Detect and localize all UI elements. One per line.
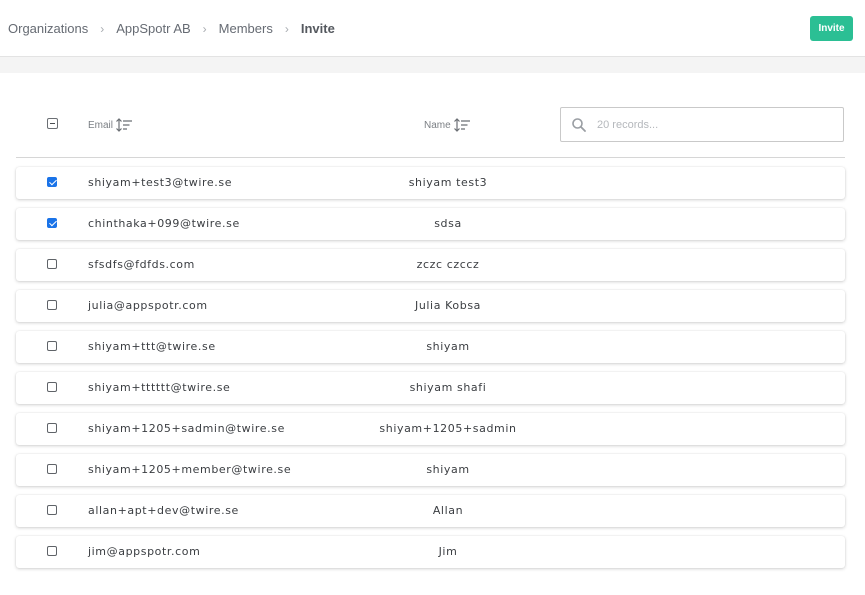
email-column-header[interactable]: Email <box>88 118 133 132</box>
email-cell: shiyam+ttt@twire.se <box>88 340 216 353</box>
row-checkbox[interactable] <box>47 177 57 187</box>
email-cell: shiyam+tttttt@twire.se <box>88 381 231 394</box>
name-column-label: Name <box>424 119 451 131</box>
row-checkbox[interactable] <box>47 382 57 392</box>
row-checkbox[interactable] <box>47 341 57 351</box>
row-checkbox[interactable] <box>47 546 57 556</box>
name-cell: sdsa <box>434 217 462 230</box>
sort-icon[interactable] <box>115 118 133 132</box>
name-cell: zczc czccz <box>416 258 480 271</box>
name-cell: Julia Kobsa <box>414 299 481 312</box>
email-cell: sfsdfs@fdfds.com <box>88 258 195 271</box>
search-box <box>560 107 844 142</box>
top-bar: Organizations › AppSpotr AB › Members › … <box>0 0 865 57</box>
name-cell: shiyam+1205+sadmin <box>379 422 517 435</box>
row-checkbox[interactable] <box>47 464 57 474</box>
row-checkbox[interactable] <box>47 300 57 310</box>
email-cell: chinthaka+099@twire.se <box>88 217 240 230</box>
email-cell: shiyam+1205+sadmin@twire.se <box>88 422 285 435</box>
breadcrumb-separator-icon: › <box>284 21 289 36</box>
breadcrumb-organizations[interactable]: Organizations <box>8 21 88 36</box>
member-list: shiyam+test3@twire.se shiyam test3 chintha… <box>16 167 845 577</box>
table-row[interactable]: sfsdfs@fdfds.com zczc czccz <box>16 249 845 281</box>
table-row[interactable]: shiyam+1205+member@twire.se shiyam <box>16 454 845 486</box>
table-header: Email Name <box>16 96 845 158</box>
table-row[interactable]: allan+apt+dev@twire.se Allan <box>16 495 845 527</box>
name-cell: Jim <box>438 545 458 558</box>
name-column-header[interactable]: Name <box>424 118 471 132</box>
row-checkbox[interactable] <box>47 218 57 228</box>
table-row[interactable]: shiyam+test3@twire.se shiyam test3 <box>16 167 845 199</box>
breadcrumb-members[interactable]: Members <box>219 21 273 36</box>
breadcrumb-organization[interactable]: AppSpotr AB <box>116 21 190 36</box>
email-cell: julia@appspotr.com <box>88 299 208 312</box>
sort-icon[interactable] <box>453 118 471 132</box>
select-all-checkbox[interactable] <box>47 118 58 129</box>
row-checkbox[interactable] <box>47 259 57 269</box>
table-row[interactable]: shiyam+ttt@twire.se shiyam <box>16 331 845 363</box>
table-row[interactable]: shiyam+tttttt@twire.se shiyam shafi <box>16 372 845 404</box>
breadcrumb: Organizations › AppSpotr AB › Members › … <box>8 21 335 36</box>
name-cell: Allan <box>432 504 464 517</box>
name-cell: shiyam <box>426 340 470 353</box>
row-checkbox[interactable] <box>47 423 57 433</box>
name-cell: shiyam test3 <box>408 176 488 189</box>
search-input[interactable] <box>597 116 827 134</box>
email-cell: jim@appspotr.com <box>88 545 201 558</box>
breadcrumb-current: Invite <box>300 21 335 36</box>
name-cell: shiyam shafi <box>409 381 487 394</box>
email-cell: shiyam+1205+member@twire.se <box>88 463 292 476</box>
table-row[interactable]: julia@appspotr.com Julia Kobsa <box>16 290 845 322</box>
breadcrumb-separator-icon: › <box>100 21 105 36</box>
table-row[interactable]: shiyam+1205+sadmin@twire.se shiyam+1205+s… <box>16 413 845 445</box>
search-icon <box>571 117 587 133</box>
email-cell: shiyam+test3@twire.se <box>88 176 233 189</box>
email-column-label: Email <box>88 119 114 131</box>
content-divider <box>0 57 865 73</box>
breadcrumb-separator-icon: › <box>202 21 207 36</box>
name-cell: shiyam <box>426 463 470 476</box>
row-checkbox[interactable] <box>47 505 57 515</box>
table-row[interactable]: jim@appspotr.com Jim <box>16 536 845 568</box>
table-row[interactable]: chinthaka+099@twire.se sdsa <box>16 208 845 240</box>
invite-button[interactable]: Invite <box>810 16 853 41</box>
email-cell: allan+apt+dev@twire.se <box>88 504 239 517</box>
